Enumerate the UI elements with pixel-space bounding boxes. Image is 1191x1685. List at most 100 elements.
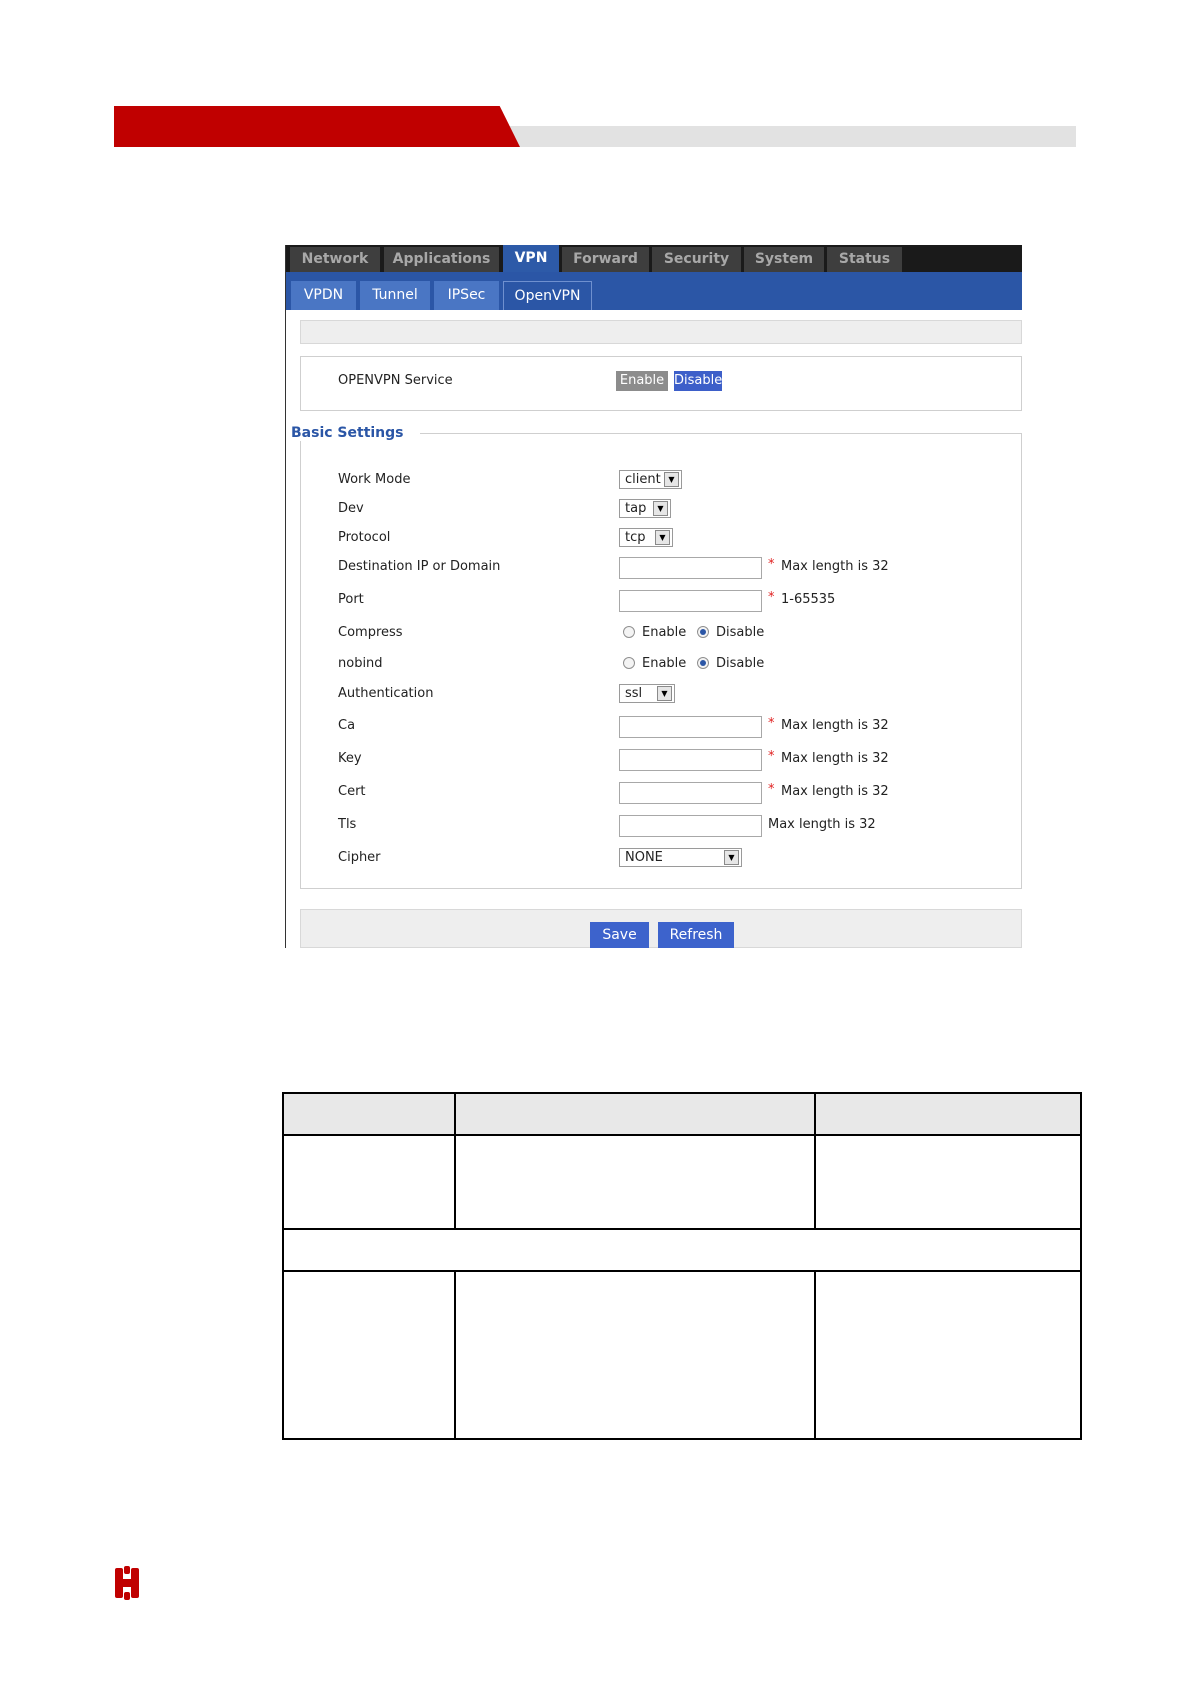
table-cell — [814, 1270, 1082, 1440]
chevron-down-icon[interactable]: ▼ — [653, 501, 668, 516]
work-mode-row: Work Mode client ▼ — [301, 470, 1022, 494]
cert-row: Cert * Max length is 32 — [301, 782, 1022, 806]
cipher-row: Cipher NONE ▼ — [301, 848, 1022, 872]
port-row: Port * 1-65535 — [301, 590, 1022, 614]
ca-input[interactable] — [619, 716, 762, 738]
basic-settings-fieldset: Work Mode client ▼ Dev tap ▼ Protocol tc… — [300, 433, 1022, 889]
table-section-row — [282, 1228, 1082, 1272]
sub-nav: VPDN Tunnel IPSec OpenVPN — [286, 272, 1022, 310]
dev-row: Dev tap ▼ — [301, 499, 1022, 523]
nobind-disable-label: Disable — [716, 656, 765, 671]
tls-row: Tls Max length is 32 — [301, 815, 1022, 839]
tab-forward[interactable]: Forward — [562, 247, 649, 272]
subtab-vpdn[interactable]: VPDN — [291, 281, 356, 310]
chevron-down-icon[interactable]: ▼ — [664, 472, 679, 487]
openvpn-service-box: OPENVPN Service Enable Disable — [300, 356, 1022, 411]
work-mode-label: Work Mode — [338, 472, 411, 487]
table-cell — [814, 1134, 1082, 1230]
parameter-table — [282, 1092, 1082, 1440]
tls-hint: Max length is 32 — [768, 817, 876, 832]
subtab-ipsec[interactable]: IPSec — [434, 281, 499, 310]
cipher-label: Cipher — [338, 850, 381, 865]
basic-settings-legend: Basic Settings — [291, 425, 420, 441]
key-input[interactable] — [619, 749, 762, 771]
ca-row: Ca * Max length is 32 — [301, 716, 1022, 740]
required-marker: * — [768, 782, 775, 797]
key-label: Key — [338, 751, 362, 766]
top-nav: Network Applications VPN Forward Securit… — [286, 245, 1022, 272]
table-header-cell — [454, 1092, 816, 1136]
router-screenshot: Network Applications VPN Forward Securit… — [285, 245, 1022, 948]
required-marker: * — [768, 716, 775, 731]
required-marker: * — [768, 590, 775, 605]
compress-disable-radio[interactable] — [697, 626, 709, 638]
tab-applications[interactable]: Applications — [384, 247, 499, 272]
destination-hint: Max length is 32 — [781, 559, 889, 574]
save-button[interactable]: Save — [590, 922, 649, 948]
work-mode-value: client — [625, 472, 661, 487]
ca-label: Ca — [338, 718, 356, 733]
cipher-value: NONE — [625, 850, 663, 865]
service-disable-button[interactable]: Disable — [674, 371, 722, 391]
table-row — [282, 1270, 1082, 1440]
authentication-select[interactable]: ssl ▼ — [619, 684, 675, 703]
subtab-tunnel[interactable]: Tunnel — [360, 281, 430, 310]
compress-label: Compress — [338, 625, 403, 640]
table-cell — [282, 1228, 1082, 1272]
nobind-disable-radio[interactable] — [697, 657, 709, 669]
required-marker: * — [768, 557, 775, 572]
company-logo-icon — [115, 1566, 139, 1600]
tab-network[interactable]: Network — [290, 247, 380, 272]
table-header-row — [282, 1092, 1082, 1136]
destination-input[interactable] — [619, 557, 762, 579]
service-label: OPENVPN Service — [338, 373, 453, 388]
compress-enable-radio[interactable] — [623, 626, 635, 638]
service-enable-button[interactable]: Enable — [616, 371, 668, 391]
chevron-down-icon[interactable]: ▼ — [724, 850, 739, 865]
port-label: Port — [338, 592, 364, 607]
work-mode-select[interactable]: client ▼ — [619, 470, 682, 489]
tls-input[interactable] — [619, 815, 762, 837]
key-hint: Max length is 32 — [781, 751, 889, 766]
ca-hint: Max length is 32 — [781, 718, 889, 733]
destination-label: Destination IP or Domain — [338, 559, 501, 574]
chevron-down-icon[interactable]: ▼ — [657, 686, 672, 701]
table-cell — [282, 1134, 456, 1230]
destination-row: Destination IP or Domain * Max length is… — [301, 557, 1022, 581]
authentication-value: ssl — [625, 686, 643, 701]
refresh-button[interactable]: Refresh — [658, 922, 734, 948]
protocol-value: tcp — [625, 530, 646, 545]
compress-disable-label: Disable — [716, 625, 765, 640]
compress-enable-label: Enable — [642, 625, 687, 640]
tab-security[interactable]: Security — [652, 247, 741, 272]
dev-value: tap — [625, 501, 647, 516]
action-bar: Save Refresh — [300, 909, 1022, 948]
cipher-select[interactable]: NONE ▼ — [619, 848, 742, 867]
required-marker: * — [768, 749, 775, 764]
section-strip — [300, 320, 1022, 344]
tab-status[interactable]: Status — [827, 247, 902, 272]
cert-hint: Max length is 32 — [781, 784, 889, 799]
cert-label: Cert — [338, 784, 366, 799]
header-banner-red — [114, 106, 520, 147]
cert-input[interactable] — [619, 782, 762, 804]
port-input[interactable] — [619, 590, 762, 612]
table-header-cell — [814, 1092, 1082, 1136]
table-cell — [454, 1270, 816, 1440]
authentication-row: Authentication ssl ▼ — [301, 684, 1022, 708]
chevron-down-icon[interactable]: ▼ — [655, 530, 670, 545]
nobind-enable-radio[interactable] — [623, 657, 635, 669]
protocol-select[interactable]: tcp ▼ — [619, 528, 673, 547]
table-cell — [454, 1134, 816, 1230]
dev-select[interactable]: tap ▼ — [619, 499, 671, 518]
tls-label: Tls — [338, 817, 357, 832]
dev-label: Dev — [338, 501, 364, 516]
compress-row: Compress Enable Disable — [301, 623, 1022, 647]
tab-vpn[interactable]: VPN — [503, 245, 559, 272]
tab-system[interactable]: System — [744, 247, 824, 272]
protocol-row: Protocol tcp ▼ — [301, 528, 1022, 552]
subtab-openvpn[interactable]: OpenVPN — [503, 281, 592, 310]
authentication-label: Authentication — [338, 686, 434, 701]
table-header-cell — [282, 1092, 456, 1136]
key-row: Key * Max length is 32 — [301, 749, 1022, 773]
